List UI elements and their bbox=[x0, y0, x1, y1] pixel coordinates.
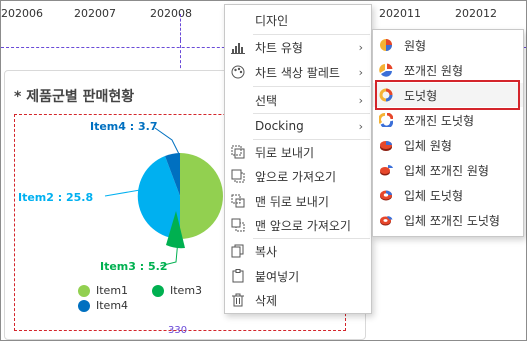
menu-item-label: 뒤로 보내기 bbox=[255, 145, 315, 160]
submenu-item-label: 쪼개진 도넛형 bbox=[404, 113, 475, 128]
selected-item-highlight bbox=[375, 80, 520, 110]
legend-item: Item3 bbox=[152, 284, 202, 297]
pie-icon bbox=[380, 39, 392, 51]
submenu-item-exploded-doughnut[interactable]: 쪼개진 도넛형 bbox=[373, 108, 523, 132]
menu-item-copy[interactable]: 복사 bbox=[225, 239, 371, 263]
trash-icon bbox=[231, 293, 245, 307]
legend-item: Item4 bbox=[78, 299, 128, 312]
chevron-right-icon: › bbox=[358, 40, 363, 54]
menu-item-bring-to-front[interactable]: 맨 앞으로 가져오기 bbox=[225, 213, 371, 237]
menu-item-chart-type[interactable]: 차트 유형 › bbox=[225, 35, 371, 59]
menu-item-send-backward[interactable]: 뒤로 보내기 bbox=[225, 140, 371, 164]
menu-item-label: 붙여넣기 bbox=[255, 269, 300, 284]
data-label-item3: Item3 : 5.2 bbox=[100, 260, 168, 273]
doughnut-3d-icon bbox=[380, 190, 392, 201]
chevron-right-icon: › bbox=[358, 119, 363, 133]
submenu-item-exploded-doughnut-3d[interactable]: 입체 쪼개진 도넛형 bbox=[373, 208, 523, 232]
menu-item-bring-forward[interactable]: 앞으로 가져오기 bbox=[225, 164, 371, 188]
menu-item-label: 맨 뒤로 보내기 bbox=[255, 194, 329, 209]
exploded-pie-icon bbox=[379, 63, 393, 77]
send-backward-icon bbox=[231, 145, 245, 159]
bring-forward-icon bbox=[231, 169, 245, 183]
submenu-item-label: 입체 도넛형 bbox=[404, 188, 464, 203]
leader-line-item2 bbox=[104, 189, 141, 197]
submenu-item-exploded-pie[interactable]: 쪼개진 원형 bbox=[373, 58, 523, 82]
menu-item-label: 선택 bbox=[255, 93, 278, 108]
palette-icon bbox=[231, 65, 245, 79]
bring-to-front-icon bbox=[231, 218, 245, 232]
menu-item-label: 앞으로 가져오기 bbox=[255, 169, 337, 184]
legend-label: Item4 bbox=[96, 299, 129, 312]
chart-type-submenu: 원형 쪼개진 원형 도넛형 쪼개진 도넛형 입체 원형 입체 쪼개진 원형 입체… bbox=[372, 29, 524, 237]
pie-3d-icon bbox=[380, 141, 392, 151]
menu-item-send-to-back[interactable]: 맨 뒤로 보내기 bbox=[225, 189, 371, 213]
paste-icon bbox=[231, 269, 245, 283]
submenu-item-pie-3d[interactable]: 입체 원형 bbox=[373, 133, 523, 157]
menu-item-label: 맨 앞으로 가져오기 bbox=[255, 218, 351, 233]
chevron-right-icon: › bbox=[358, 65, 363, 79]
submenu-item-label: 입체 쪼개진 도넛형 bbox=[404, 213, 500, 228]
slice-item1 bbox=[180, 153, 223, 239]
bar-chart-icon bbox=[231, 40, 245, 54]
menu-item-docking[interactable]: Docking › bbox=[225, 114, 371, 138]
menu-item-label: 차트 색상 팔레트 bbox=[255, 65, 340, 80]
send-to-back-icon bbox=[231, 194, 245, 208]
chevron-right-icon: › bbox=[358, 93, 363, 107]
leader-line-item4 bbox=[154, 127, 181, 157]
legend-swatch bbox=[152, 284, 164, 297]
legend-swatch bbox=[78, 299, 90, 312]
exploded-doughnut-icon bbox=[379, 113, 393, 127]
menu-divider bbox=[253, 86, 370, 87]
data-label-item2: Item2 : 25.8 bbox=[18, 191, 94, 204]
legend-swatch bbox=[78, 284, 90, 297]
menu-item-paste[interactable]: 붙여넣기 bbox=[225, 264, 371, 288]
submenu-item-pie[interactable]: 원형 bbox=[373, 33, 523, 57]
submenu-item-label: 원형 bbox=[404, 38, 427, 53]
submenu-item-label: 입체 쪼개진 원형 bbox=[404, 163, 489, 178]
menu-item-label: 삭제 bbox=[255, 293, 278, 308]
menu-item-select[interactable]: 선택 › bbox=[225, 88, 371, 112]
submenu-item-exploded-pie-3d[interactable]: 입체 쪼개진 원형 bbox=[373, 158, 523, 182]
menu-item-design[interactable]: 디자인 bbox=[225, 8, 371, 32]
legend-label: Item3 bbox=[170, 284, 203, 297]
menu-item-label: 복사 bbox=[255, 244, 278, 259]
copy-icon bbox=[231, 244, 245, 258]
menu-item-delete[interactable]: 삭제 bbox=[225, 288, 371, 312]
data-label-item4: Item4 : 3.7 bbox=[90, 120, 158, 133]
menu-item-chart-palette[interactable]: 차트 색상 팔레트 › bbox=[225, 60, 371, 84]
menu-item-label: 차트 유형 bbox=[255, 40, 303, 55]
legend-label: Item1 bbox=[96, 284, 129, 297]
submenu-item-doughnut-3d[interactable]: 입체 도넛형 bbox=[373, 183, 523, 207]
exploded-doughnut-3d-icon bbox=[380, 216, 393, 226]
context-menu: 디자인 차트 유형 › 차트 색상 팔레트 › 선택 › Docking › 뒤… bbox=[224, 4, 372, 314]
submenu-item-label: 입체 원형 bbox=[404, 138, 452, 153]
submenu-item-label: 쪼개진 원형 bbox=[404, 63, 464, 78]
legend-item: Item1 bbox=[78, 284, 128, 297]
menu-item-label: Docking bbox=[255, 119, 304, 133]
menu-item-label: 디자인 bbox=[255, 13, 289, 28]
exploded-pie-3d-icon bbox=[380, 164, 393, 176]
